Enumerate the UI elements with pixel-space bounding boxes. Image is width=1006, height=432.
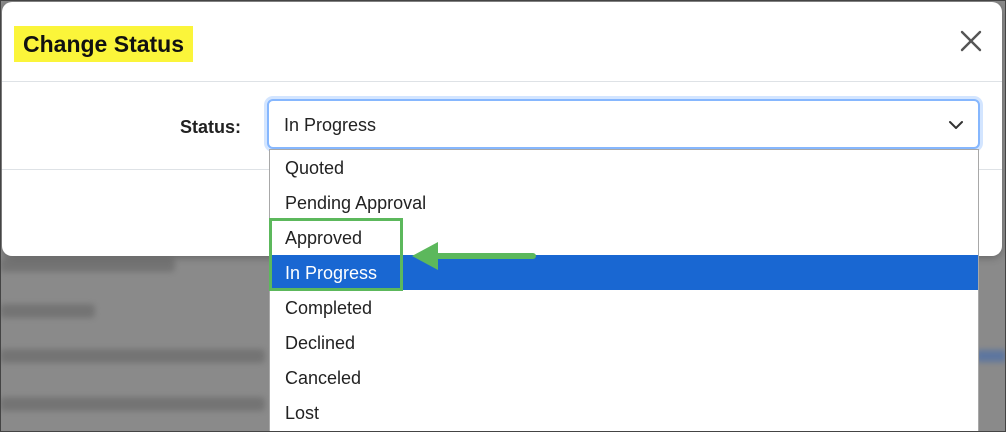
background-text-line <box>0 304 95 318</box>
status-select-value: In Progress <box>284 115 377 135</box>
option-canceled[interactable]: Canceled <box>270 360 978 395</box>
option-completed[interactable]: Completed <box>270 290 978 325</box>
option-pending-approval[interactable]: Pending Approval <box>270 185 978 220</box>
modal-title: Change Status <box>14 26 194 62</box>
status-label: Status: <box>180 117 242 137</box>
background-link <box>976 350 1006 362</box>
option-quoted[interactable]: Quoted <box>270 150 978 185</box>
option-in-progress[interactable]: In Progress <box>270 255 978 290</box>
option-approved[interactable]: Approved <box>270 220 978 255</box>
close-icon <box>960 30 982 52</box>
chevron-down-icon <box>949 121 963 129</box>
option-declined[interactable]: Declined <box>270 325 978 360</box>
background-text-line <box>0 397 265 411</box>
close-button[interactable] <box>958 28 984 54</box>
status-dropdown-list: Quoted Pending Approval Approved In Prog… <box>269 149 979 432</box>
modal-header: Change Status <box>2 2 1002 82</box>
background-text-line <box>0 258 175 272</box>
background-text-line <box>0 349 265 363</box>
option-lost[interactable]: Lost <box>270 395 978 430</box>
status-select[interactable]: In Progress <box>267 99 980 149</box>
